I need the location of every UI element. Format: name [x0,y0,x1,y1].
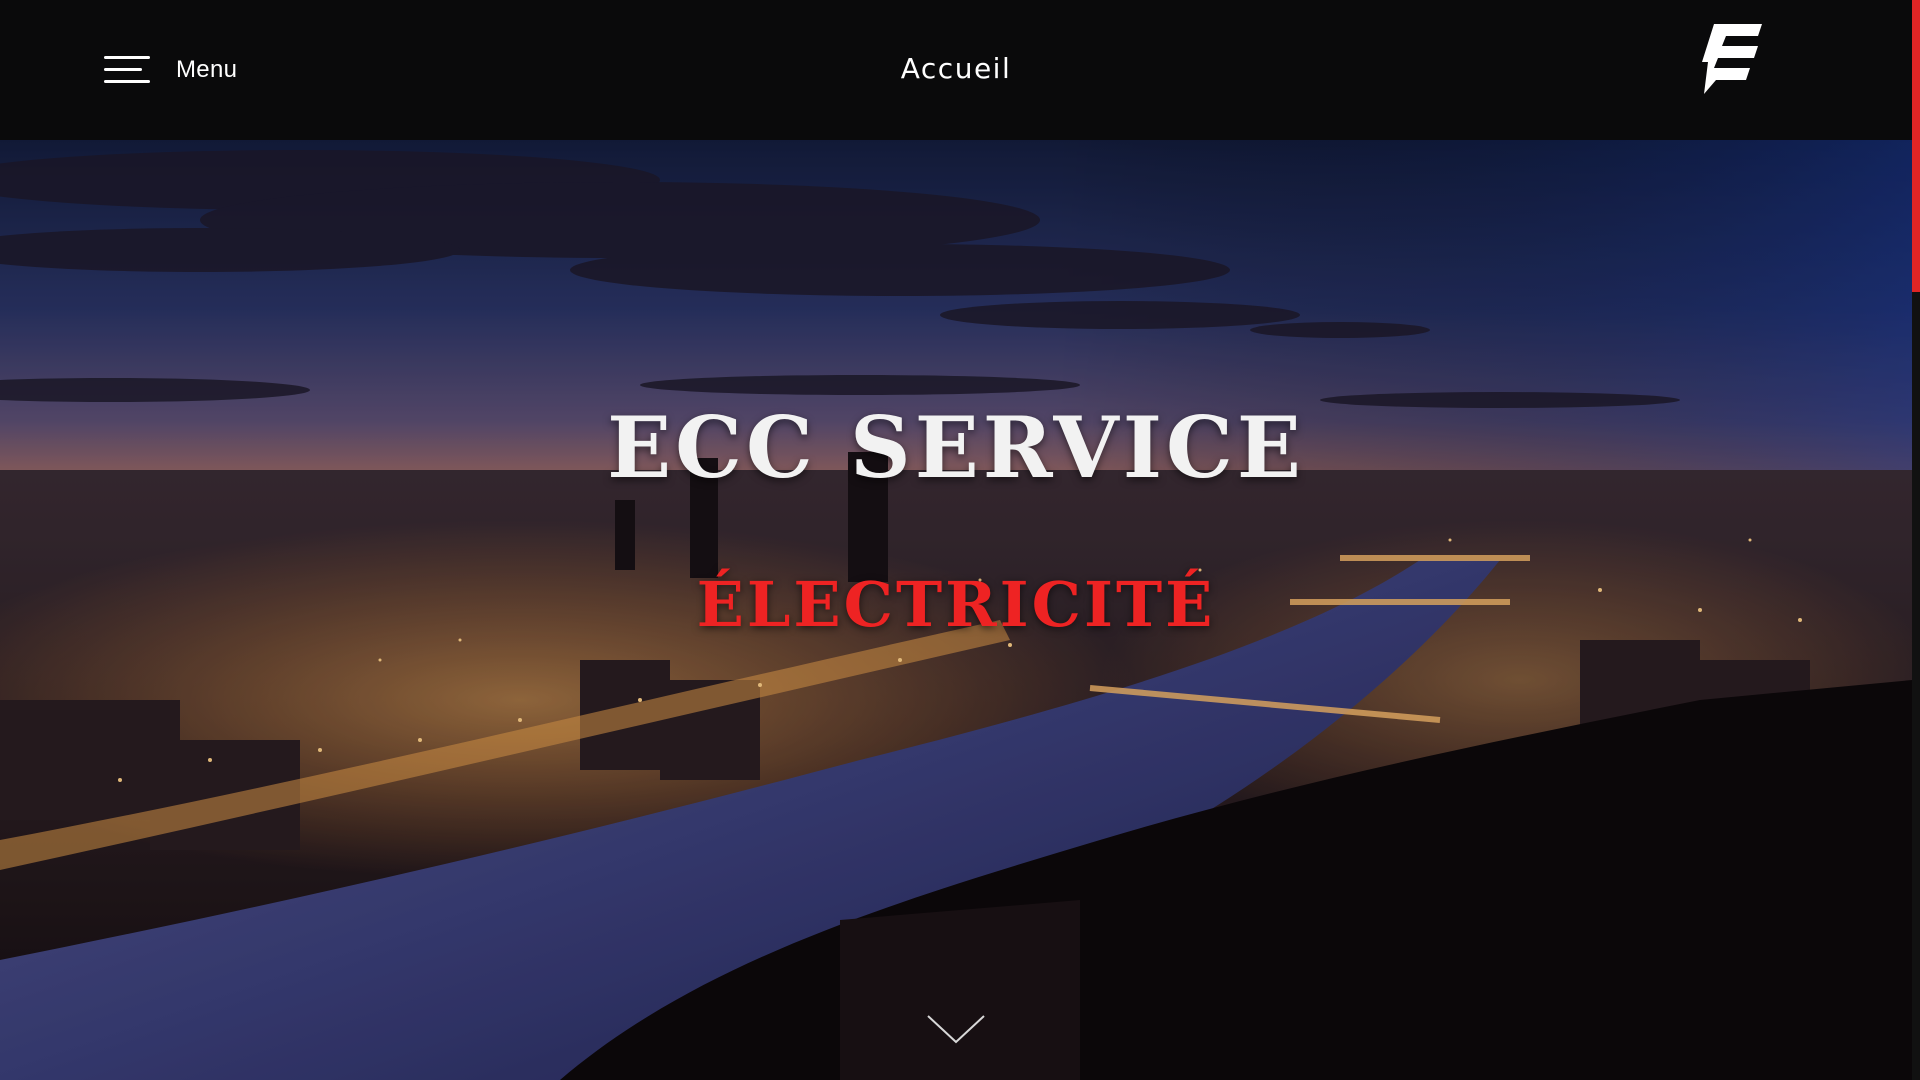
chevron-down-icon[interactable] [926,1012,986,1048]
page-scrollbar[interactable] [1912,0,1920,1080]
page-title: Accueil [900,52,1012,85]
hero-title: ECC SERVICE [607,398,1305,497]
site-header: Menu Accueil [0,0,1920,140]
ecc-logo-icon[interactable] [1700,22,1764,94]
scrollbar-thumb[interactable] [1912,0,1920,292]
hero-subtitle: ÉLECTRICITÉ [696,568,1216,641]
hero-section: ECC SERVICE ÉLECTRICITÉ [0,140,1912,1080]
